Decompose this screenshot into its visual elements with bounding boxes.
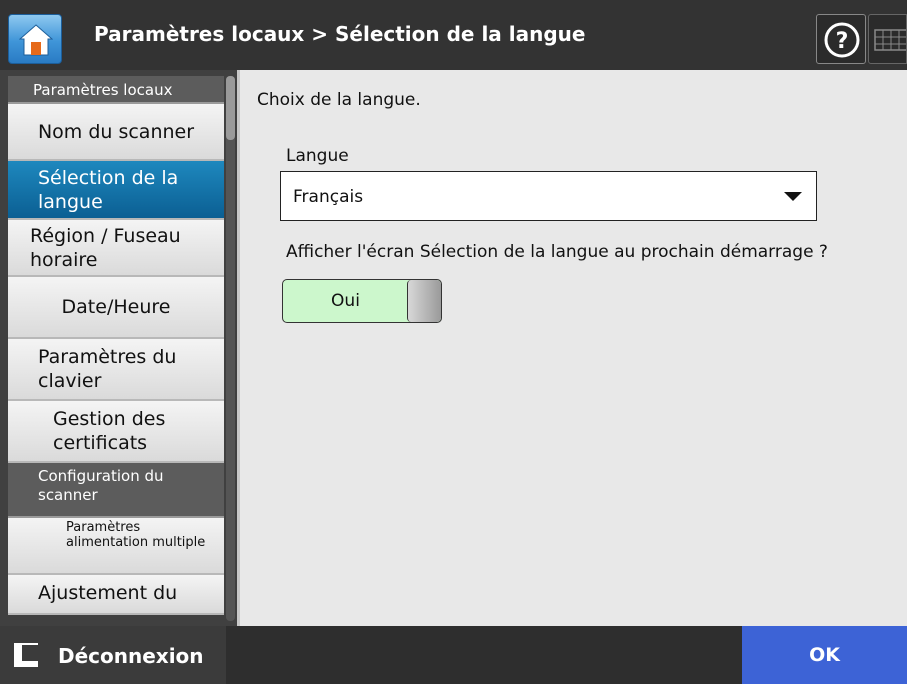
help-icon: ? <box>824 22 860 58</box>
sidebar-item-date-time[interactable]: Date/Heure <box>8 277 224 339</box>
logout-icon <box>14 643 38 667</box>
footer-bar: Déconnexion OK <box>0 626 907 684</box>
home-icon <box>19 24 53 56</box>
sidebar-item-multifeed-settings[interactable]: Paramètres alimentation multiple <box>8 518 224 575</box>
sidebar-category-local-settings: Paramètres locaux <box>8 76 224 104</box>
sidebar-item-scanner-name[interactable]: Nom du scanner <box>8 104 224 161</box>
home-button[interactable] <box>8 14 62 64</box>
language-dropdown[interactable]: Français <box>280 171 817 221</box>
sidebar-item-certificate-management[interactable]: Gestion des certificats <box>8 401 224 463</box>
logout-button[interactable]: Déconnexion <box>0 626 226 684</box>
main-panel: Choix de la langue. Langue Français Affi… <box>237 70 907 626</box>
sidebar-item-adjustment[interactable]: Ajustement du <box>8 575 224 615</box>
chevron-down-icon <box>784 192 802 201</box>
help-button[interactable]: ? <box>816 14 866 64</box>
language-label: Langue <box>286 146 349 166</box>
ok-button[interactable]: OK <box>742 626 907 684</box>
keyboard-button[interactable] <box>868 14 907 64</box>
sidebar-item-keyboard-settings[interactable]: Paramètres du clavier <box>8 339 224 401</box>
sidebar-scrollbar[interactable] <box>226 76 235 621</box>
show-language-screen-toggle[interactable]: Oui <box>282 279 442 323</box>
title-bar: Paramètres locaux > Sélection de la lang… <box>0 0 907 70</box>
logout-label: Déconnexion <box>58 644 204 668</box>
page-title: Paramètres locaux > Sélection de la lang… <box>94 22 586 46</box>
instruction-text: Choix de la langue. <box>257 90 421 110</box>
toggle-knob[interactable] <box>407 280 441 322</box>
sidebar-item-language-selection[interactable]: Sélection de la langue <box>8 161 224 220</box>
scrollbar-thumb[interactable] <box>226 76 235 140</box>
startup-question-label: Afficher l'écran Sélection de la langue … <box>286 242 828 262</box>
svg-text:?: ? <box>836 29 849 54</box>
keyboard-icon <box>874 29 906 51</box>
toggle-label: Oui <box>331 291 360 311</box>
sidebar: Paramètres locaux Nom du scanner Sélecti… <box>0 70 237 626</box>
sidebar-category-scanner-config: Configuration du scanner <box>8 463 224 518</box>
sidebar-item-region-timezone[interactable]: Région / Fuseau horaire <box>8 220 224 277</box>
sidebar-menu: Paramètres locaux Nom du scanner Sélecti… <box>8 76 224 615</box>
language-selected-value: Français <box>293 187 364 207</box>
